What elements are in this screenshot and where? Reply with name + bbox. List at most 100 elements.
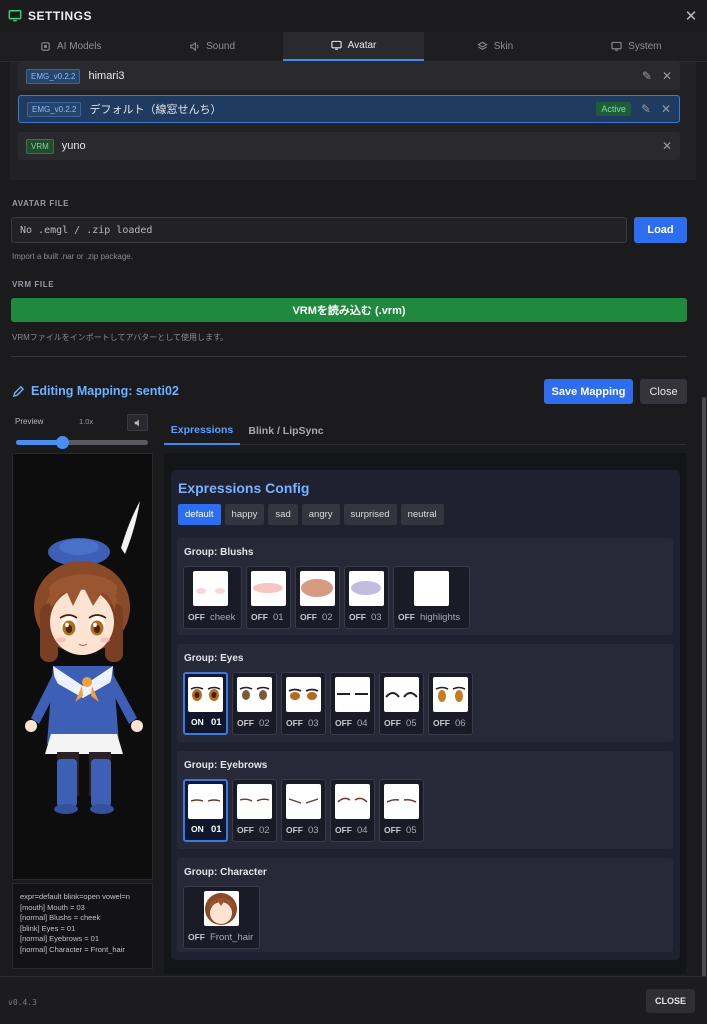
avatar-file-input[interactable]: No .emgl / .zip loaded <box>11 217 627 243</box>
layer-name: 02 <box>259 718 270 729</box>
layer-toggle[interactable]: OFF 03 <box>281 672 326 735</box>
tab-avatar[interactable]: Avatar <box>282 32 425 61</box>
layer-toggle[interactable]: OFF 04 <box>330 779 375 842</box>
divider <box>11 356 687 357</box>
preset-angry[interactable]: angry <box>301 504 340 525</box>
layer-thumbnail <box>349 571 384 606</box>
layer-thumbnail <box>433 677 468 712</box>
slider-handle[interactable] <box>56 436 69 449</box>
close-mapping-button[interactable]: Close <box>640 379 687 404</box>
delete-icon[interactable]: ✕ <box>661 102 671 116</box>
avatar-row[interactable]: EMG_v0.2.2 himari3 ✎ ✕ <box>18 62 680 90</box>
tab-system[interactable]: System <box>566 32 707 61</box>
layer-thumbnail <box>193 571 228 606</box>
edit-icon[interactable]: ✎ <box>641 102 651 116</box>
layer-state: OFF <box>433 718 450 728</box>
debug-line: [normal] Blushs = cheek <box>20 913 101 923</box>
layer-name: 01 <box>211 717 222 728</box>
edit-icon[interactable]: ✎ <box>642 69 652 83</box>
layer-thumbnail <box>300 571 335 606</box>
layers-icon <box>477 41 488 50</box>
preset-sad[interactable]: sad <box>268 504 298 525</box>
vrm-file-label: VRM FILE <box>12 280 55 289</box>
layer-thumbnail <box>384 677 419 712</box>
tab-bar: AI Models Sound Avatar Skin System <box>0 32 707 62</box>
avatar-preview <box>12 453 153 880</box>
load-button[interactable]: Load <box>634 217 687 243</box>
layer-toggle[interactable]: ON 01 <box>183 672 228 735</box>
active-badge: Active <box>596 102 631 116</box>
layer-toggle[interactable]: OFF Front_hair <box>183 886 260 949</box>
tab-blink-lipsync[interactable]: Blink / LipSync <box>248 417 324 445</box>
avatar-list: EMG_v0.2.2 himari3 ✎ ✕ EMG_v0.2.2 デフォルト（… <box>10 62 696 180</box>
layer-toggle[interactable]: OFF 06 <box>428 672 473 735</box>
tab-expressions[interactable]: Expressions <box>164 417 240 445</box>
layer-toggle[interactable]: OFF cheek <box>183 566 242 629</box>
layer-state: ON <box>191 824 204 834</box>
group-eyes: Group: Eyes ON 01 OFF 02 OFF 03 OFF 04 O… <box>177 644 673 742</box>
group-eyebrows: Group: Eyebrows ON 01 OFF 02 OFF 03 OFF … <box>177 751 673 849</box>
editing-mapping-title: Editing Mapping: senti02 <box>12 384 179 398</box>
window-title: SETTINGS <box>28 9 93 23</box>
close-window-icon[interactable]: ✕ <box>683 7 699 25</box>
layer-thumbnail <box>188 677 223 712</box>
layer-name: 06 <box>455 718 466 729</box>
tab-ai-models[interactable]: AI Models <box>0 32 141 61</box>
layer-toggle[interactable]: OFF 02 <box>232 672 277 735</box>
layer-toggle[interactable]: OFF 01 <box>246 566 291 629</box>
layer-state: OFF <box>188 932 205 942</box>
layer-thumbnail <box>251 571 286 606</box>
settings-content: EMG_v0.2.2 himari3 ✎ ✕ EMG_v0.2.2 デフォルト（… <box>0 62 707 976</box>
chip-icon <box>41 42 50 51</box>
layer-thumbnail <box>335 784 370 819</box>
close-button[interactable]: CLOSE <box>646 989 695 1013</box>
monitor-icon <box>611 41 622 51</box>
layer-state: OFF <box>237 718 254 728</box>
layer-state: OFF <box>398 612 415 622</box>
layer-thumbnail <box>414 571 449 606</box>
speaker-icon <box>190 41 199 52</box>
debug-line: [mouth] Mouth = 03 <box>20 902 85 912</box>
scrollbar[interactable] <box>702 397 706 976</box>
layer-name: 05 <box>406 718 417 729</box>
layer-toggle[interactable]: OFF 03 <box>344 566 389 629</box>
layer-thumbnail <box>286 784 321 819</box>
layer-thumbnail <box>286 677 321 712</box>
load-vrm-button[interactable]: VRMを読み込む (.vrm) <box>11 298 687 322</box>
preset-default[interactable]: default <box>178 504 221 525</box>
layer-toggle[interactable]: OFF 05 <box>379 779 424 842</box>
tab-skin[interactable]: Skin <box>424 32 565 61</box>
avatar-character-image <box>25 501 143 814</box>
version-label: v0.4.3 <box>8 998 37 1007</box>
layer-toggle[interactable]: OFF 04 <box>330 672 375 735</box>
preset-surprised[interactable]: surprised <box>343 504 397 525</box>
layer-state: OFF <box>335 825 352 835</box>
layer-name: 03 <box>308 718 319 729</box>
layer-toggle[interactable]: OFF highlights <box>393 566 470 629</box>
layer-toggle[interactable]: OFF 02 <box>295 566 340 629</box>
speed-slider[interactable] <box>16 436 148 449</box>
layer-toggle[interactable]: OFF 03 <box>281 779 326 842</box>
avatar-row-selected[interactable]: EMG_v0.2.2 デフォルト（線窓せんち） Active ✎ ✕ <box>18 95 680 123</box>
tab-sound[interactable]: Sound <box>141 32 282 61</box>
preview-label: Preview <box>15 417 44 426</box>
title-bar: SETTINGS ✕ <box>0 0 707 32</box>
mute-button[interactable] <box>127 414 148 431</box>
layer-thumbnail <box>384 784 419 819</box>
delete-icon[interactable]: ✕ <box>662 139 672 153</box>
debug-line: expr=default blink=open vowel=n <box>20 892 130 901</box>
layer-toggle[interactable]: OFF 05 <box>379 672 424 735</box>
preset-happy[interactable]: happy <box>224 504 265 525</box>
layer-name: 04 <box>357 718 368 729</box>
layer-toggle[interactable]: ON 01 <box>183 779 228 842</box>
save-mapping-button[interactable]: Save Mapping <box>544 379 633 404</box>
layer-toggle[interactable]: OFF 02 <box>232 779 277 842</box>
preset-neutral[interactable]: neutral <box>400 504 444 525</box>
layer-state: OFF <box>300 612 317 622</box>
vrm-badge: VRM <box>26 138 54 154</box>
layer-thumbnail <box>188 784 223 819</box>
layer-thumbnail <box>237 784 272 819</box>
delete-icon[interactable]: ✕ <box>662 69 672 83</box>
layer-name: Front_hair <box>210 932 254 943</box>
avatar-row[interactable]: VRM yuno ✕ <box>18 132 680 160</box>
